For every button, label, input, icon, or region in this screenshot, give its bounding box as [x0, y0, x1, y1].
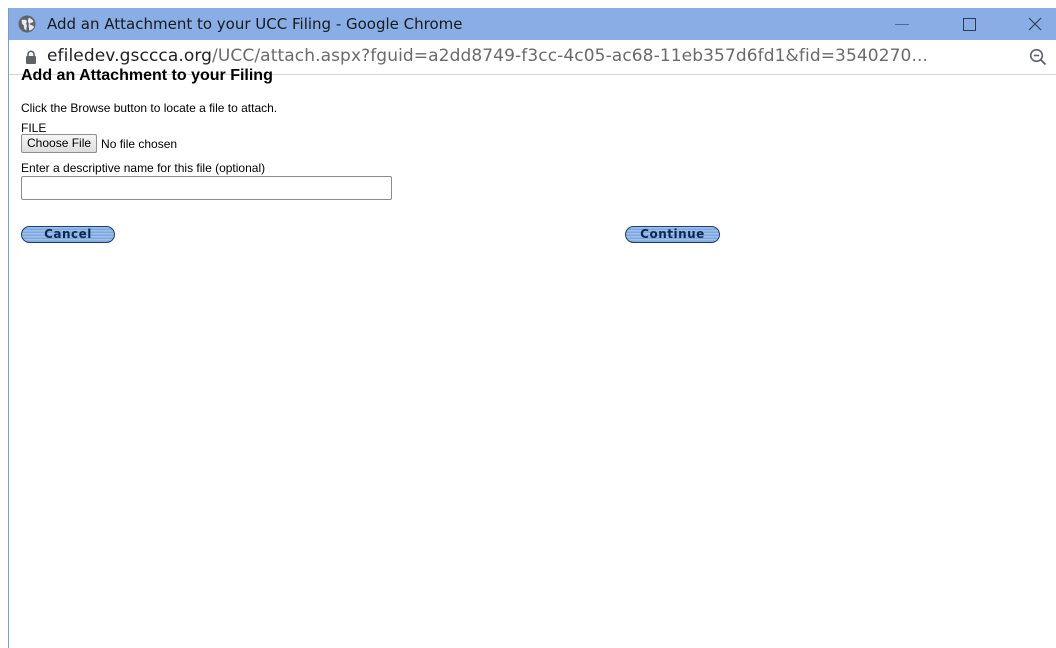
cancel-button[interactable]: Cancel [21, 226, 115, 243]
close-icon [1028, 17, 1042, 31]
url-text[interactable]: efiledev.gsccca.org/UCC/attach.aspx?fgui… [47, 46, 928, 66]
url-path: /UCC/attach.aspx?fguid=a2dd8749-f3cc-4c0… [212, 46, 928, 66]
maximize-button[interactable] [945, 8, 991, 40]
lock-icon[interactable] [25, 50, 37, 64]
file-input[interactable]: Choose File No file chosen [21, 134, 177, 154]
choose-file-button[interactable]: Choose File [21, 134, 98, 153]
continue-button[interactable]: Continue [625, 226, 720, 243]
window-title: Add an Attachment to your UCC Filing - G… [47, 15, 463, 33]
url-host: efiledev.gsccca.org [47, 46, 213, 66]
globe-icon [18, 15, 36, 33]
close-button[interactable] [1011, 8, 1056, 40]
browser-window: Add an Attachment to your UCC Filing - G… [8, 8, 1056, 648]
minimize-button[interactable] [879, 8, 925, 40]
file-label: FILE [21, 121, 47, 135]
page-title: Add an Attachment to your Filing [21, 67, 273, 84]
instruction-text: Click the Browse button to locate a file… [21, 101, 278, 115]
file-name-input[interactable] [21, 176, 392, 200]
file-name-label: Enter a descriptive name for this file (… [21, 161, 266, 175]
title-bar: Add an Attachment to your UCC Filing - G… [9, 8, 1056, 40]
zoom-icon[interactable] [1029, 48, 1047, 66]
no-file-text: No file chosen [101, 136, 178, 151]
